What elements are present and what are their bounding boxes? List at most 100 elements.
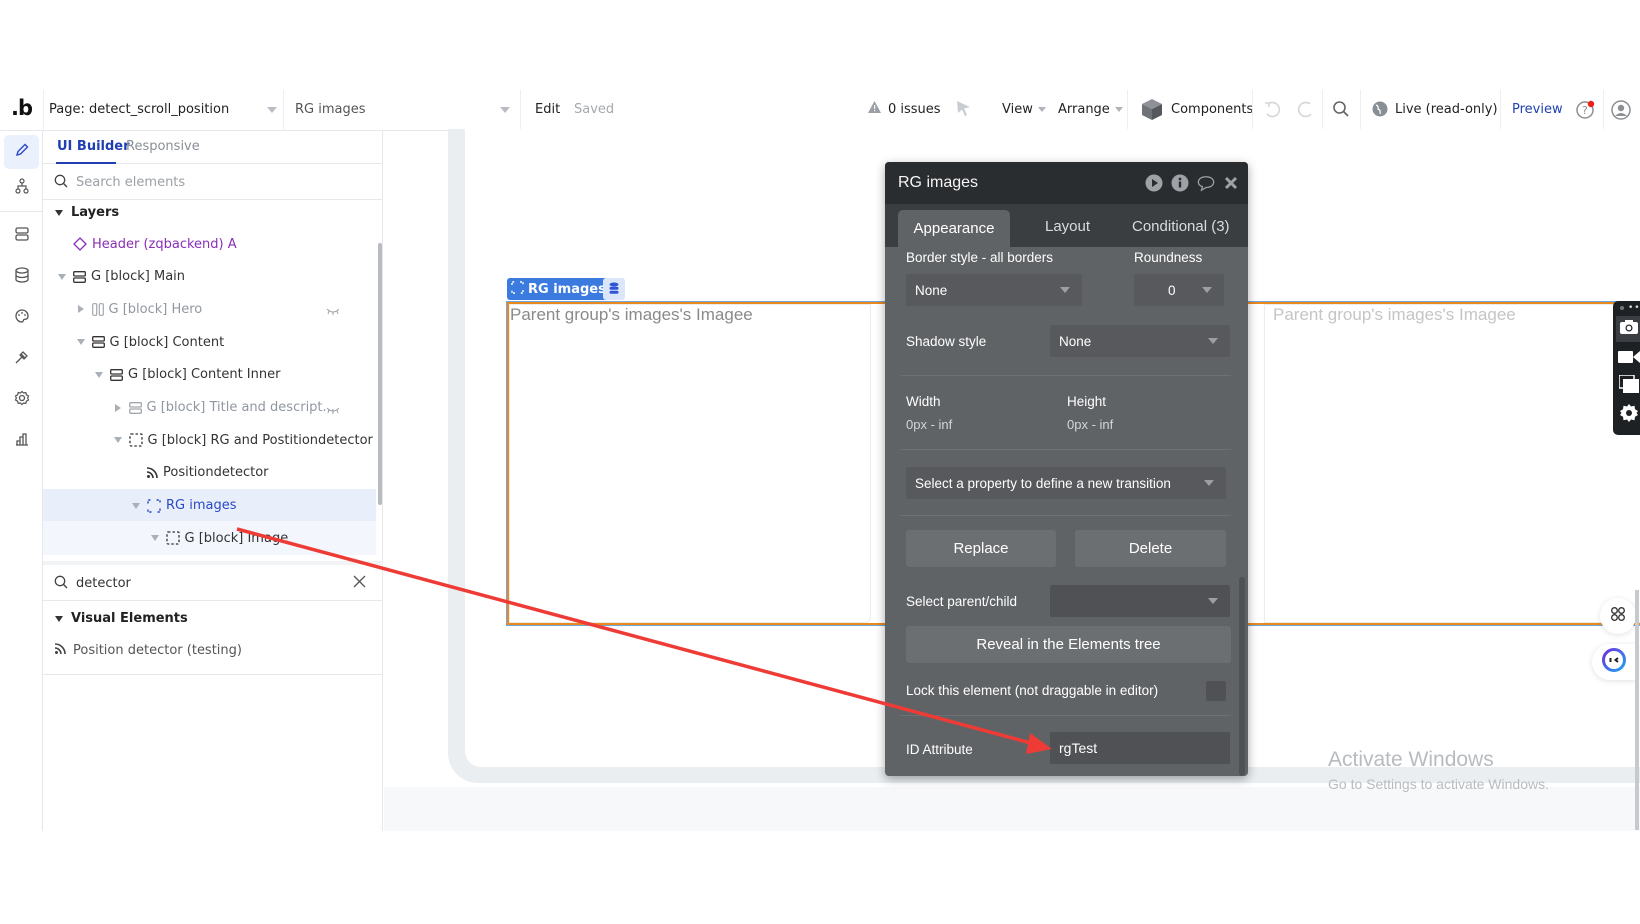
reveal-in-tree-button[interactable]: Reveal in the Elements tree: [906, 626, 1231, 663]
layer-row[interactable]: G [block] Title and descript...: [43, 391, 376, 425]
logs-tab-button[interactable]: [4, 424, 39, 458]
element-selector-caret-icon[interactable]: [500, 107, 510, 113]
record-video-button[interactable]: [1616, 345, 1640, 371]
styles-tab-button[interactable]: [4, 301, 39, 335]
collapse-caret-icon[interactable]: [111, 403, 125, 412]
expand-caret-icon[interactable]: [148, 535, 162, 542]
expand-caret-icon[interactable]: [74, 339, 88, 346]
layer-row[interactable]: Header (zqbackend) A: [43, 227, 376, 261]
expand-caret-icon[interactable]: [92, 371, 106, 378]
assistant-button[interactable]: [1592, 644, 1636, 680]
screenshot-button[interactable]: [1616, 316, 1640, 342]
undo-icon[interactable]: [1263, 100, 1281, 122]
search-elements-input[interactable]: [76, 172, 346, 192]
parent-child-select[interactable]: [1050, 585, 1230, 617]
layer-label: RG images: [166, 498, 237, 514]
shortcuts-button[interactable]: [1600, 598, 1636, 634]
panel-header[interactable]: RG images: [885, 162, 1248, 204]
expand-caret-icon[interactable]: [111, 437, 125, 444]
tab-responsive[interactable]: Responsive: [126, 139, 200, 154]
result-item[interactable]: Position detector (testing): [54, 643, 242, 658]
windows-icon: [1618, 374, 1639, 397]
page-selector[interactable]: Page: detect_scroll_position: [49, 102, 229, 117]
rg-cell[interactable]: Parent group's images's Imagee: [509, 304, 871, 623]
preview-button[interactable]: Preview: [1512, 102, 1563, 117]
rg-cell[interactable]: Parent group's images's Imagee: [1264, 304, 1640, 623]
live-version-selector[interactable]: Live (read-only): [1395, 102, 1498, 117]
layer-row[interactable]: G [block] Main: [43, 260, 376, 294]
page-selector-caret-icon[interactable]: [267, 107, 277, 113]
tab-layout[interactable]: Layout: [1045, 218, 1090, 235]
settings-tab-button[interactable]: [4, 383, 39, 417]
group-rows-icon: [110, 368, 123, 381]
clear-search-icon[interactable]: [353, 575, 366, 592]
cursor-select-icon[interactable]: [956, 100, 972, 121]
id-attribute-input[interactable]: rgTest: [1050, 732, 1230, 764]
issues-button[interactable]: 0 issues: [888, 102, 941, 117]
caret-down-icon: [55, 615, 63, 622]
lock-element-checkbox[interactable]: [1206, 681, 1226, 701]
collapse-caret-icon[interactable]: [74, 305, 88, 314]
layer-row[interactable]: G [block] Content: [43, 325, 376, 359]
divider: [901, 715, 1231, 716]
plugins-tab-button[interactable]: [4, 342, 39, 376]
transition-property-select[interactable]: Select a property to define a new transi…: [906, 467, 1226, 499]
caret-down-icon: [55, 209, 63, 216]
more-icon[interactable]: •••: [1628, 303, 1640, 313]
layers-scrollbar[interactable]: [378, 243, 382, 505]
element-selector[interactable]: RG images: [295, 102, 366, 117]
canvas-scrollbar[interactable]: [1635, 590, 1639, 830]
parent-child-label: Select parent/child: [906, 594, 1018, 609]
design-tab-button[interactable]: [4, 135, 39, 169]
user-avatar-icon[interactable]: [1611, 100, 1631, 124]
window-capture-button[interactable]: [1616, 373, 1640, 399]
edit-menu[interactable]: Edit: [535, 102, 560, 117]
data-source-button[interactable]: [603, 278, 625, 300]
roundness-input[interactable]: 0: [1134, 274, 1224, 306]
top-toolbar: .b Page: detect_scroll_position RG image…: [0, 90, 1640, 131]
search-icon[interactable]: [1332, 100, 1350, 122]
data-tab-button[interactable]: [4, 219, 39, 253]
id-attribute-label: ID Attribute: [906, 742, 973, 757]
layer-row[interactable]: Positiondetector: [43, 456, 376, 490]
chevron-down-icon: [1208, 338, 1218, 344]
layer-row[interactable]: G [block] Hero: [43, 292, 376, 326]
tab-ui-builder[interactable]: UI Builder: [57, 139, 130, 154]
redo-icon[interactable]: [1297, 100, 1315, 122]
windows-activation-watermark: Activate Windows Go to Settings to activ…: [1328, 748, 1549, 792]
play-icon[interactable]: [1145, 174, 1163, 192]
layer-row[interactable]: RG images: [43, 488, 376, 523]
comment-icon[interactable]: [1197, 174, 1215, 192]
expand-caret-icon[interactable]: [129, 502, 143, 509]
delete-button[interactable]: Delete: [1075, 530, 1226, 567]
tab-appearance[interactable]: Appearance: [898, 210, 1010, 247]
info-icon[interactable]: [1171, 174, 1189, 192]
tab-conditional[interactable]: Conditional (3): [1132, 218, 1230, 235]
panel-scrollbar[interactable]: [1239, 577, 1245, 776]
group-rows-icon: [91, 336, 105, 349]
divider: [520, 90, 521, 130]
capture-settings-button[interactable]: [1616, 402, 1640, 428]
hidden-eye-icon[interactable]: [326, 304, 340, 319]
hidden-eye-icon[interactable]: [326, 403, 340, 418]
layers-section-header[interactable]: Layers: [55, 205, 119, 220]
rg-element-tag[interactable]: RG images: [507, 278, 612, 300]
database-tab-button[interactable]: [4, 260, 39, 294]
close-icon[interactable]: [1222, 174, 1240, 192]
replace-button[interactable]: Replace: [906, 530, 1056, 567]
expand-caret-icon[interactable]: [55, 273, 69, 280]
view-menu[interactable]: View: [1002, 102, 1046, 117]
element-filter-input[interactable]: [76, 573, 346, 593]
components-button[interactable]: Components: [1171, 102, 1253, 117]
workflow-tab-button[interactable]: [4, 171, 39, 205]
layer-row[interactable]: G [block] RG and Postitiondetector: [43, 423, 376, 457]
border-style-select[interactable]: None: [906, 274, 1082, 306]
arrange-menu[interactable]: Arrange: [1058, 102, 1123, 117]
visual-elements-header[interactable]: Visual Elements: [55, 611, 188, 626]
help-icon[interactable]: ?: [1576, 100, 1596, 124]
shadow-style-select[interactable]: None: [1050, 325, 1230, 357]
layer-row[interactable]: G [block] Image: [43, 521, 376, 556]
video-camera-icon: [1618, 349, 1640, 368]
layer-row[interactable]: G [block] Content Inner: [43, 358, 376, 392]
bubble-logo[interactable]: .b: [11, 96, 33, 120]
